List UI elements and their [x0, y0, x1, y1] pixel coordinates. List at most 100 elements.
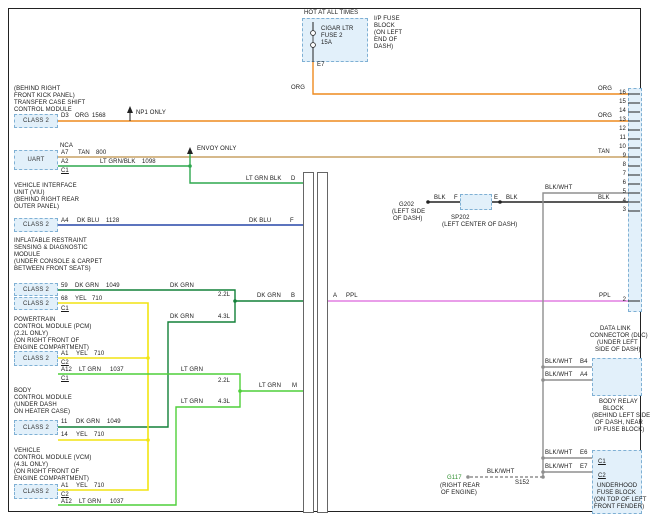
label-e7-127: E7 — [580, 464, 588, 471]
label-powertrain-65: POWERTRAIN — [14, 317, 56, 324]
label-np1-only-24: NP1 ONLY — [136, 110, 166, 117]
label-1568-23: 1568 — [92, 113, 106, 120]
dlc-pin-number-13: 13 — [619, 117, 626, 124]
label-block-5: BLOCK — [374, 23, 395, 30]
label-lt-grn-80: LT GRN — [181, 399, 203, 406]
label-under-console-carpet-48: (UNDER CONSOLE & CARPET — [14, 259, 102, 266]
label-c2-102: C2 — [61, 492, 69, 499]
label-unit-viu-37: UNIT (VIU) — [14, 190, 45, 197]
label-blk-109: BLK — [434, 195, 446, 202]
dlc-pin-number-11: 11 — [620, 135, 626, 142]
label-front-kick-panel-18: FRONT KICK PANEL) — [14, 93, 75, 100]
label-a2-29: A2 — [61, 159, 69, 166]
label-under-left-141: (UNDER LEFT — [597, 340, 638, 347]
label-a12-74: A12 — [61, 367, 72, 374]
label-710-101: 710 — [94, 483, 104, 490]
dlc-pin-number-10: 10 — [619, 144, 626, 151]
dlc-pin-number-16: 16 — [619, 90, 626, 97]
label-14-91: 14 — [61, 432, 68, 439]
label-1098-32: 1098 — [142, 159, 156, 166]
label-body-84: BODY — [14, 388, 31, 395]
dlc-pin-number-4: 4 — [623, 198, 626, 205]
label-lt-grn-104: LT GRN — [79, 499, 101, 506]
label-d-35: D — [291, 176, 295, 183]
label-of-dash-108: OF DASH) — [393, 216, 422, 223]
label-d3-21: D3 — [61, 113, 69, 120]
label-i-p-fuse-4: I/P FUSE — [374, 16, 400, 23]
label-a12-103: A12 — [61, 499, 72, 506]
label-1037-105: 1037 — [110, 499, 124, 506]
label-tan-13: TAN — [598, 149, 610, 156]
label-f-110: F — [454, 195, 458, 202]
dlc-pin-number-12: 12 — [619, 126, 626, 133]
label-e-111: E — [494, 195, 498, 202]
label-11-88: 11 — [61, 419, 67, 426]
label-c1-128: C1 — [598, 459, 606, 466]
label-lt-grn-82: LT GRN — [259, 383, 281, 390]
label-under-dash-86: (UNDER DASH — [14, 402, 57, 409]
label-tan-27: TAN — [78, 150, 90, 157]
label-dk-blu-41: DK BLU — [77, 218, 99, 225]
label-behind-right-rear-38: (BEHIND RIGHT REAR — [14, 197, 79, 204]
label-1128-42: 1128 — [106, 218, 119, 225]
label-g202-106: G202 — [399, 202, 414, 209]
label-2-2l-58: 2.2L — [218, 292, 230, 299]
label-sp202-113: SP202 — [451, 215, 470, 222]
label-a1-99: A1 — [61, 483, 69, 490]
label-1049-90: 1049 — [107, 419, 121, 426]
label-ppl-64: PPL — [346, 293, 358, 300]
label-on-left-6: (ON LEFT — [374, 30, 402, 37]
label-yel-71: YEL — [76, 351, 88, 358]
label-dk-grn-89: DK GRN — [76, 419, 100, 426]
label-lt-grn-blk-31: LT GRN/BLK — [100, 159, 135, 166]
label-1037-76: 1037 — [110, 367, 124, 374]
label-dk-grn-51: DK GRN — [75, 283, 99, 290]
label-vehicle-interface-36: VEHICLE INTERFACE — [14, 183, 77, 190]
label-2-2l-only-67: (2.2L ONLY) — [14, 331, 48, 338]
label-on-top-of-left-132: (ON TOP OF LEFT — [594, 497, 647, 504]
label-m-83: M — [292, 383, 297, 390]
label-15a-3: 15A — [321, 40, 332, 47]
label-behind-left-side-121: (BEHIND LEFT SIDE — [592, 413, 650, 420]
label-on-right-front-of-97: (ON RIGHT FRONT OF — [14, 469, 79, 476]
dlc-pin-number-9: 9 — [623, 153, 626, 160]
label-e6-125: E6 — [580, 450, 588, 457]
label-a4-40: A4 — [61, 218, 69, 225]
label-blk-wht-115: BLK/WHT — [545, 359, 572, 366]
label-hot-at-all-times-0: HOT AT ALL TIMES — [304, 10, 358, 17]
label-710-55: 710 — [92, 296, 102, 303]
label-dk-blu-43: DK BLU — [249, 218, 271, 225]
label-block-120: BLOCK — [603, 406, 624, 413]
label-710-93: 710 — [94, 432, 104, 439]
label-left-center-of-dash-114: (LEFT CENTER OF DASH) — [442, 222, 517, 229]
label-on-right-front-of-68: (ON RIGHT FRONT OF — [14, 338, 79, 345]
label-f-44: F — [290, 218, 294, 225]
label-ppl-16: PPL — [599, 293, 611, 300]
label-yel-54: YEL — [75, 296, 87, 303]
label-blk-wht-117: BLK/WHT — [545, 372, 572, 379]
label-org-10: ORG — [291, 85, 305, 92]
label-data-link-139: DATA LINK — [600, 326, 631, 333]
dlc-pin-number-6: 6 — [623, 180, 626, 187]
label-c1-30: C1 — [61, 168, 69, 175]
label-yel-92: YEL — [76, 432, 88, 439]
text-labels: 1615141312111098765432HOT AT ALL TIMESCI… — [0, 0, 650, 521]
label-c2-129: C2 — [598, 473, 606, 480]
label-b4-116: B4 — [580, 359, 588, 366]
label-2-2l-79: 2.2L — [218, 378, 230, 385]
dlc-pin-number-8: 8 — [623, 162, 626, 169]
label-blk-wht-137: BLK/WHT — [487, 469, 514, 476]
label-blk-wht-14: BLK/WHT — [545, 185, 572, 192]
wiring-diagram: CLASS 2UARTCLASS 2CLASS 2CLASS 2CLASS 2C… — [0, 0, 650, 521]
label-behind-right-17: (BEHIND RIGHT — [14, 86, 60, 93]
label-outer-panel-39: OUTER PANEL) — [14, 204, 59, 211]
label-of-dash-near-122: OF DASH, NEAR — [595, 420, 643, 427]
label-blk-wht-124: BLK/WHT — [545, 450, 572, 457]
label-on-heater-case-87: ON HEATER CASE) — [14, 409, 70, 416]
label-lt-grn-blk-34: LT GRN BLK — [246, 176, 281, 183]
label-710-72: 710 — [94, 351, 104, 358]
label-800-28: 800 — [96, 150, 106, 157]
label-left-side-107: (LEFT SIDE — [392, 209, 425, 216]
label-c1-56: C1 — [61, 306, 69, 313]
label-control-module-vcm-95: CONTROL MODULE (VCM) — [14, 455, 91, 462]
